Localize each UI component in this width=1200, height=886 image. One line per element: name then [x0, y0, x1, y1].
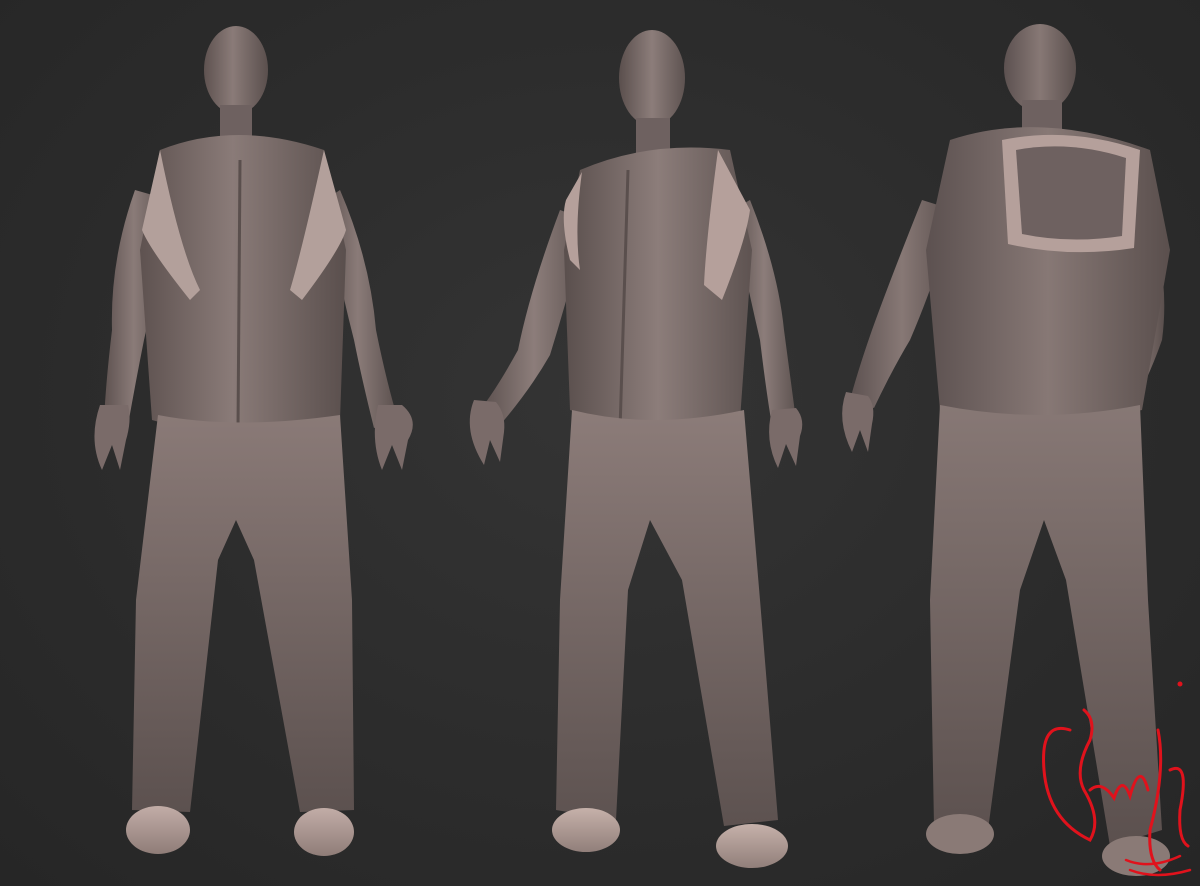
shirt-torso — [140, 135, 346, 433]
figure-front-view — [40, 0, 440, 886]
left-hand — [842, 392, 874, 452]
pants — [556, 410, 778, 826]
handwritten-signature-icon — [1042, 681, 1192, 877]
three-quarter-figure-graphic — [469, 30, 803, 868]
head — [619, 30, 685, 126]
left-shoe — [552, 808, 620, 852]
right-shoe — [294, 808, 354, 856]
right-hand — [374, 405, 413, 470]
head — [204, 26, 268, 114]
left-hand — [94, 405, 130, 470]
figure-three-quarter-view — [460, 0, 840, 886]
left-shoe — [926, 814, 994, 854]
head — [1004, 24, 1076, 112]
render-viewport — [0, 0, 1200, 886]
front-figure-graphic — [94, 26, 413, 856]
left-shoe — [126, 806, 190, 854]
pants — [132, 415, 354, 812]
left-hand — [469, 400, 505, 465]
right-shoe — [716, 824, 788, 868]
shirt-placket — [236, 159, 242, 431]
right-hand — [769, 408, 803, 468]
vest-back-cutout — [1016, 146, 1126, 240]
signature — [1030, 670, 1200, 886]
